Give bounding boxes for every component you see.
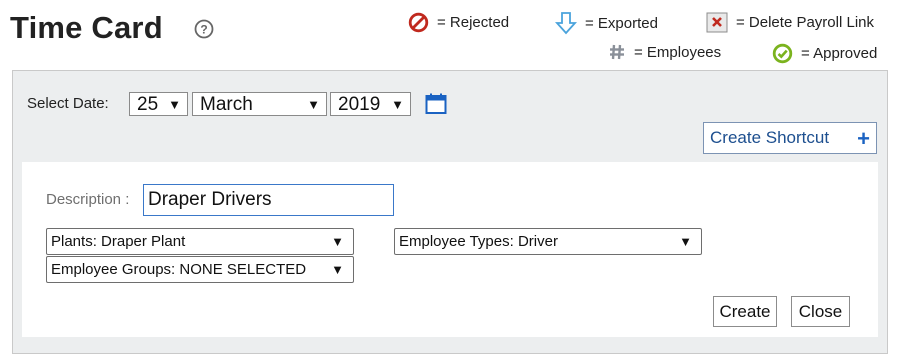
legend-rejected: = Rejected	[408, 12, 509, 33]
day-select[interactable]: 25 ▼	[129, 92, 188, 116]
legend-employees-label: = Employees	[634, 43, 722, 61]
plus-icon: +	[857, 126, 870, 151]
calendar-icon[interactable]	[425, 93, 447, 115]
legend-delete-payroll-link: = Delete Payroll Link	[706, 12, 874, 33]
year-select[interactable]: 2019 ▼	[330, 92, 411, 116]
month-select-value: March	[200, 94, 253, 115]
page-title: Time Card	[10, 10, 163, 45]
day-select-value: 25	[137, 94, 159, 115]
hash-icon	[610, 44, 624, 60]
delete-x-icon	[706, 12, 728, 33]
chevron-down-icon: ▼	[168, 97, 181, 112]
description-label: Description :	[46, 191, 130, 208]
chevron-down-icon: ▼	[307, 97, 320, 112]
arrow-down-icon	[555, 12, 577, 35]
employee-types-select-value: Employee Types: Driver	[399, 233, 558, 250]
close-button[interactable]: Close	[791, 296, 850, 327]
rejected-icon	[408, 12, 429, 33]
create-shortcut-button[interactable]: Create Shortcut +	[703, 122, 877, 154]
legend-approved: = Approved	[772, 43, 877, 64]
approved-icon	[772, 43, 793, 64]
chevron-down-icon: ▼	[679, 234, 692, 249]
create-button[interactable]: Create	[713, 296, 777, 327]
plants-select[interactable]: Plants: Draper Plant ▼	[46, 228, 354, 255]
description-input[interactable]	[143, 184, 394, 216]
create-shortcut-label: Create Shortcut	[710, 128, 830, 147]
legend-exported: = Exported	[555, 11, 658, 35]
employee-types-select[interactable]: Employee Types: Driver ▼	[394, 228, 702, 255]
legend-exported-label: = Exported	[585, 14, 658, 32]
legend-approved-label: = Approved	[801, 45, 878, 62]
chevron-down-icon: ▼	[331, 234, 344, 249]
legend-delete-payroll-link-label: = Delete Payroll Link	[736, 14, 874, 31]
chevron-down-icon: ▼	[331, 262, 344, 277]
employee-groups-select[interactable]: Employee Groups: NONE SELECTED ▼	[46, 256, 354, 283]
year-select-value: 2019	[338, 94, 381, 115]
chevron-down-icon: ▼	[391, 97, 404, 112]
employee-groups-select-value: Employee Groups: NONE SELECTED	[51, 261, 307, 278]
question-circle-icon[interactable]: ?	[194, 19, 214, 39]
svg-text:?: ?	[200, 23, 207, 37]
select-date-label: Select Date:	[27, 95, 109, 112]
month-select[interactable]: March ▼	[192, 92, 327, 116]
plants-select-value: Plants: Draper Plant	[51, 233, 186, 250]
legend-employees: = Employees	[608, 43, 721, 61]
legend-rejected-label: = Rejected	[437, 14, 510, 31]
